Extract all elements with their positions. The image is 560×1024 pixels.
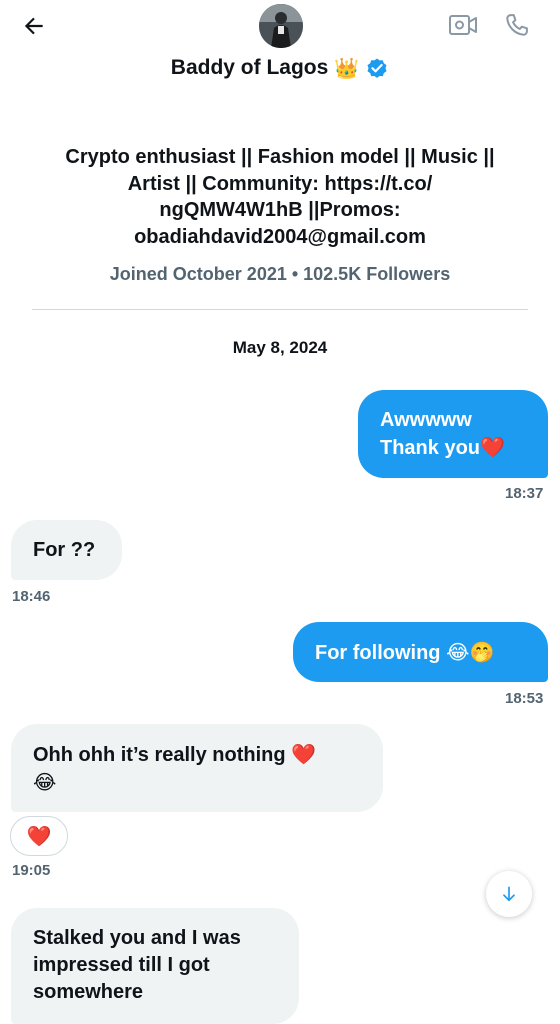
message-time: 19:05 xyxy=(12,862,51,879)
avatar-image xyxy=(259,4,303,48)
video-call-button[interactable] xyxy=(446,10,480,40)
display-name: Baddy of Lagos xyxy=(170,56,329,79)
video-call-icon xyxy=(449,15,477,35)
message-text: Ohh ohh it’s really nothing xyxy=(33,744,286,766)
back-arrow-icon xyxy=(24,17,43,35)
heart-emoji: ❤️ xyxy=(480,435,505,459)
arrow-down-icon xyxy=(503,886,515,902)
message-time: 18:46 xyxy=(12,588,51,605)
phone-icon xyxy=(506,14,528,36)
message-time: 18:37 xyxy=(505,485,544,502)
message-text: Thank you xyxy=(380,437,481,459)
bio-line[interactable]: ngQMW4W1hB ||Promos: xyxy=(40,197,520,224)
bio-line[interactable]: Artist || Community: https://t.co/ xyxy=(40,171,520,198)
divider xyxy=(32,309,528,310)
message-text: impressed till I got xyxy=(33,954,210,976)
laugh-emoji: 😂 xyxy=(33,770,57,794)
message-bubble-outgoing[interactable]: For following 😂🤭 xyxy=(293,622,548,682)
joined-followers-info: Joined October 2021 • 102.5K Followers xyxy=(109,264,451,284)
back-button[interactable] xyxy=(18,10,50,42)
heart-reaction-emoji: ❤️ xyxy=(26,824,52,848)
laugh-emoji: 😂🤭 xyxy=(446,640,495,664)
phone-call-button[interactable] xyxy=(500,8,534,42)
avatar[interactable] xyxy=(259,4,303,48)
crown-emoji: 👑 xyxy=(334,56,360,80)
profile-bio: Crypto enthusiast || Fashion model || Mu… xyxy=(40,144,520,250)
scroll-to-bottom-button[interactable] xyxy=(486,871,532,917)
heart-emoji: ❤️ xyxy=(291,742,317,766)
message-text: For ?? xyxy=(33,539,96,561)
message-text: somewhere xyxy=(33,981,144,1003)
dm-conversation-screen: Baddy of Lagos 👑 Crypto enthusiast || Fa… xyxy=(0,0,560,1024)
bio-line: obadiahdavid2004@gmail.com xyxy=(134,225,426,248)
message-bubble-incoming[interactable]: Stalked you and I was impressed till I g… xyxy=(11,908,299,1024)
message-text: For following xyxy=(315,642,441,664)
bio-line: Crypto enthusiast || Fashion model || Mu… xyxy=(65,146,495,168)
date-separator: May 8, 2024 xyxy=(232,338,328,357)
conversation-title[interactable]: Baddy of Lagos 👑 xyxy=(0,56,560,80)
message-reaction[interactable]: ❤️ xyxy=(10,816,68,856)
message-text: Awwwww xyxy=(380,409,472,431)
message-text: Stalked you and I was xyxy=(33,927,241,949)
message-bubble-outgoing[interactable]: Awwwww Thank you❤️ xyxy=(358,390,548,478)
message-time: 18:53 xyxy=(505,690,544,707)
message-bubble-incoming[interactable]: For ?? xyxy=(11,520,122,580)
message-bubble-incoming[interactable]: Ohh ohh it’s really nothing ❤️ 😂 xyxy=(11,724,383,812)
verified-badge-icon xyxy=(367,58,387,78)
